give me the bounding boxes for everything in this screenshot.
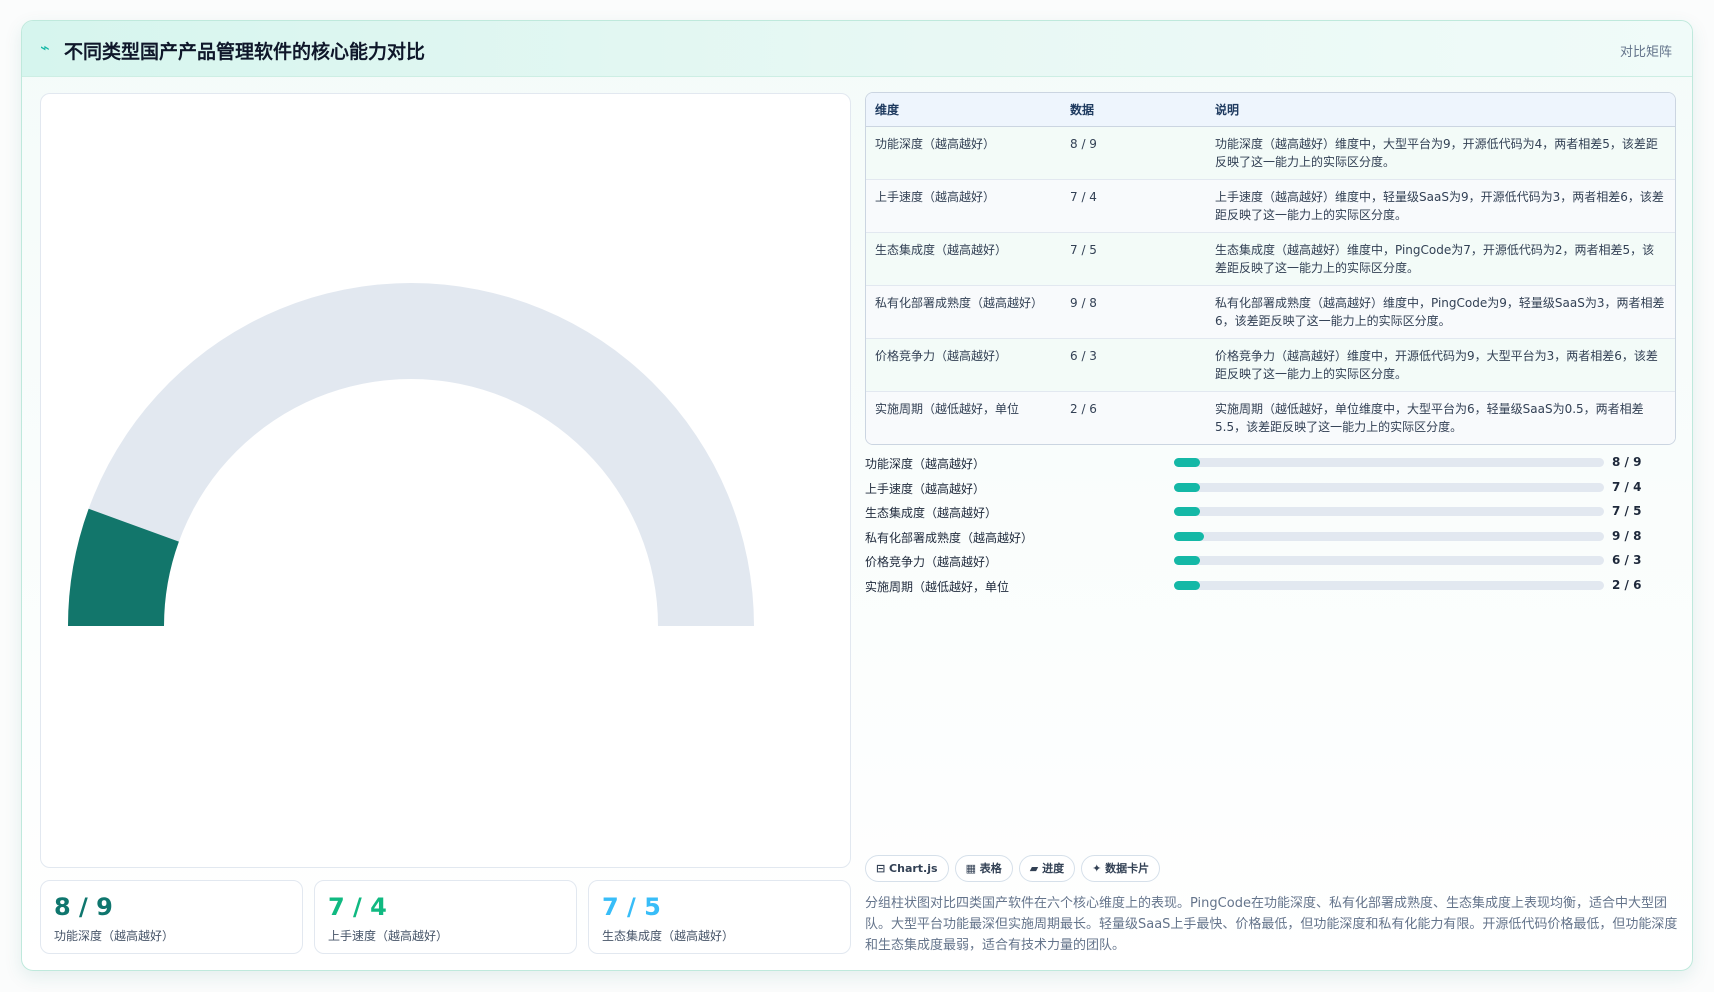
progress-track (1174, 580, 1604, 590)
table-row: 上手速度（越高越好） 7 / 4 上手速度（越高越好）维度中，轻量级SaaS为9… (866, 179, 1675, 232)
progress-label: 实施周期（越低越好，单位 (865, 579, 1010, 594)
description-cell: 生态集成度（越高越好）维度中，PingCode为7，开源低代码为2，两者相差5，… (1215, 242, 1655, 275)
gauge-chart (68, 283, 754, 626)
page-title: 不同类型国产产品管理软件的核心能力对比 (64, 41, 426, 63)
table-row: 私有化部署成熟度（越高越好） 9 / 8 私有化部署成熟度（越高越好）维度中，P… (866, 285, 1675, 338)
stat-label: 生态集成度（越高越好） (602, 929, 735, 943)
progress-value: 7 / 5 (1612, 504, 1642, 518)
table-header-row: 维度 数据 说明 (866, 93, 1675, 127)
stat-label: 功能深度（越高越好） (54, 929, 175, 943)
chip-chartjs[interactable]: ⊟ Chart.js (865, 855, 949, 882)
gauge-track (68, 283, 754, 626)
progress-label: 上手速度（越高越好） (865, 481, 986, 496)
component-chip-list: ⊟ Chart.js ▦ 表格 ▰ 进度 ✦ 数据卡片 (865, 855, 1166, 883)
card-header: ⌁ 不同类型国产产品管理软件的核心能力对比 对比矩阵 (22, 21, 1692, 77)
description-cell: 价格竞争力（越高越好）维度中，开源低代码为9，大型平台为3，两者相差6，该差距反… (1215, 348, 1658, 381)
dimension-cell: 实施周期（越低越好，单位 (875, 401, 1020, 416)
dimension-cell: 私有化部署成熟度（越高越好） (875, 295, 1044, 310)
stat-value: 8 / 9 (54, 893, 113, 921)
view-tag[interactable]: 对比矩阵 (1620, 41, 1672, 60)
progress-track (1174, 531, 1604, 541)
table-row: 功能深度（越高越好） 8 / 9 功能深度（越高越好）维度中，大型平台为9，开源… (866, 126, 1675, 179)
progress-value: 9 / 8 (1612, 528, 1642, 543)
description-cell: 上手速度（越高越好）维度中，轻量级SaaS为9，开源低代码为3，两者相差6，该差… (1215, 189, 1664, 222)
comparison-table: 维度 数据 说明 功能深度（越高越好） 8 / 9 功能深度（越高越好）维度中，… (865, 92, 1676, 445)
description-cell: 实施周期（越低越好，单位维度中，大型平台为6，轻量级SaaS为0.5，两者相差5… (1215, 401, 1644, 434)
dimension-cell: 价格竞争力（越高越好） (875, 348, 1008, 363)
progress-value: 8 / 9 (1612, 455, 1642, 469)
table-row: 实施周期（越低越好，单位 2 / 6 实施周期（越低越好，单位维度中，大型平台为… (866, 391, 1675, 444)
progress-track (1174, 556, 1604, 565)
stat-card-feature-depth: 8 / 9 功能深度（越高越好） (40, 880, 303, 954)
progress-fill (1174, 556, 1200, 565)
column-header: 数据 (1061, 93, 1206, 127)
table-row: 生态集成度（越高越好） 7 / 5 生态集成度（越高越好）维度中，PingCod… (866, 232, 1675, 285)
progress-fill (1174, 507, 1200, 516)
progress-label: 价格竞争力（越高越好） (865, 555, 998, 569)
stat-value: 7 / 4 (328, 893, 387, 921)
progress-row: 私有化部署成熟度（越高越好） 9 / 8 (865, 527, 1676, 547)
stat-value: 7 / 5 (602, 893, 661, 921)
progress-track (1174, 507, 1604, 516)
dashboard-card: ⌁ 不同类型国产产品管理软件的核心能力对比 对比矩阵 8 / 9 功能深度（越高… (21, 20, 1693, 971)
progress-row: 实施周期（越低越好，单位 2 / 6 (865, 576, 1676, 596)
progress-track (1174, 482, 1604, 492)
progress-fill (1174, 458, 1200, 467)
progress-row: 上手速度（越高越好） 7 / 4 (865, 478, 1676, 498)
progress-row: 功能深度（越高越好） 8 / 9 (865, 453, 1676, 473)
dimension-cell: 功能深度（越高越好） (875, 136, 996, 151)
progress-list: 功能深度（越高越好） 8 / 9 上手速度（越高越好） 7 / 4 生态集成度（… (865, 453, 1676, 613)
stat-card-ecosystem: 7 / 5 生态集成度（越高越好） (588, 880, 851, 954)
chip-data-card[interactable]: ✦ 数据卡片 (1081, 855, 1161, 882)
dimension-cell: 生态集成度（越高越好） (875, 242, 1008, 257)
data-cell: 7 / 5 (1070, 242, 1097, 257)
summary-text: 分组柱状图对比四类国产软件在六个核心维度上的表现。PingCode在功能深度、私… (865, 896, 1678, 953)
data-cell: 2 / 6 (1070, 401, 1097, 416)
progress-label: 功能深度（越高越好） (865, 457, 986, 471)
data-cell: 8 / 9 (1070, 136, 1097, 151)
progress-value: 7 / 4 (1612, 479, 1642, 494)
progress-label: 私有化部署成熟度（越高越好） (865, 530, 1034, 545)
progress-row: 价格竞争力（越高越好） 6 / 3 (865, 551, 1676, 571)
data-cell: 9 / 8 (1070, 295, 1097, 310)
data-cell: 6 / 3 (1070, 348, 1097, 363)
chip-table[interactable]: ▦ 表格 (954, 855, 1013, 882)
table-row: 价格竞争力（越高越好） 6 / 3 价格竞争力（越高越好）维度中，开源低代码为9… (866, 338, 1675, 391)
progress-value: 2 / 6 (1612, 577, 1642, 592)
chip-progress[interactable]: ▰ 进度 (1018, 855, 1076, 882)
column-header: 说明 (1206, 93, 1675, 127)
stat-label: 上手速度（越高越好） (328, 929, 449, 943)
wave-icon: ⌁ (40, 38, 50, 57)
progress-value: 6 / 3 (1612, 553, 1642, 567)
progress-track (1174, 458, 1604, 467)
stat-card-onboarding-speed: 7 / 4 上手速度（越高越好） (314, 880, 577, 954)
gauge-chart-panel (40, 93, 851, 868)
column-header: 维度 (866, 93, 1061, 127)
description-cell: 私有化部署成熟度（越高越好）维度中，PingCode为9，轻量级SaaS为3，两… (1215, 295, 1665, 328)
progress-fill (1174, 531, 1205, 541)
description-cell: 功能深度（越高越好）维度中，大型平台为9，开源低代码为4，两者相差5，该差距反映… (1215, 136, 1658, 169)
dimension-cell: 上手速度（越高越好） (875, 189, 996, 204)
progress-row: 生态集成度（越高越好） 7 / 5 (865, 502, 1676, 522)
data-cell: 7 / 4 (1070, 189, 1097, 204)
progress-label: 生态集成度（越高越好） (865, 506, 998, 520)
progress-fill (1174, 482, 1200, 492)
progress-fill (1174, 580, 1200, 590)
